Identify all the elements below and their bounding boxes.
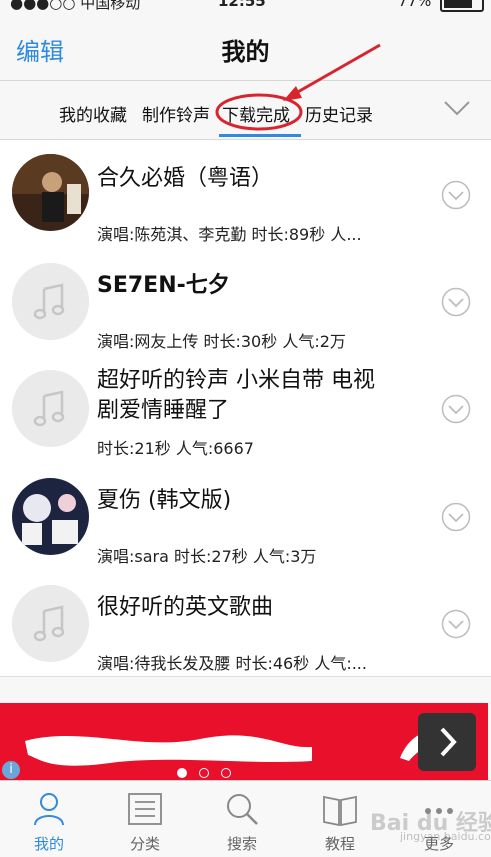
chevron-down-circle-icon[interactable] <box>441 609 471 639</box>
album-art <box>12 154 89 231</box>
nav-bar: 编辑 我的 <box>0 12 491 81</box>
song-title-line2: 剧爱情睡醒了 <box>97 398 230 423</box>
clock-label: 12:55 <box>218 0 266 10</box>
page-dot[interactable] <box>221 768 231 778</box>
book-icon <box>323 795 357 827</box>
list-item[interactable]: SE7EN-七夕 演唱:网友上传 时长:30秒 人气:2万 <box>0 247 491 355</box>
watermark-url: jingyan.baidu.com <box>400 830 491 843</box>
music-note-icon <box>12 585 89 662</box>
ad-next-button[interactable] <box>418 713 476 771</box>
music-note-icon <box>12 370 89 447</box>
carrier-label: ●●●○○ 中国移动 <box>10 0 141 12</box>
list-item[interactable]: 合久必婚（粤语） 演唱:陈苑淇、李克勤 时长:89秒 人... <box>0 140 491 248</box>
list-item[interactable]: 超好听的铃声 小米自带 电视 剧爱情睡醒了 时长:21秒 人气:6667 <box>0 354 491 463</box>
song-title-line1: 超好听的铃声 小米自带 电视 <box>97 368 375 393</box>
chevron-down-circle-icon[interactable] <box>441 502 471 532</box>
song-meta: 演唱:sara 时长:27秒 人气:3万 <box>97 547 317 566</box>
page-dot[interactable] <box>177 768 187 778</box>
tab-search[interactable]: 搜索 <box>193 781 291 857</box>
chevron-down-circle-icon[interactable] <box>441 287 471 317</box>
ad-redacted-scribble <box>25 735 312 766</box>
battery-icon <box>440 0 484 12</box>
status-bar: ●●●○○ 中国移动 12:55 77% <box>0 0 491 12</box>
ad-banner[interactable]: i <box>0 703 488 780</box>
song-meta: 演唱:待我长发及腰 时长:46秒 人气:... <box>97 654 367 673</box>
tab-make-ringtone[interactable]: 制作铃声 <box>142 101 210 126</box>
song-meta: 演唱:网友上传 时长:30秒 人气:2万 <box>97 332 346 351</box>
chevron-right-icon <box>440 727 457 757</box>
tab-history[interactable]: 历史记录 <box>305 101 373 126</box>
battery-percent: 77% <box>398 0 432 10</box>
chevron-down-icon[interactable] <box>444 100 470 116</box>
page-title: 我的 <box>221 38 270 66</box>
search-icon <box>227 794 258 825</box>
song-meta: 时长:21秒 人气:6667 <box>97 439 254 458</box>
tab-mine[interactable]: 我的 <box>0 781 98 857</box>
ad-info-icon[interactable]: i <box>2 761 20 779</box>
segment-tabs: 我的收藏 制作铃声 下载完成 历史记录 <box>0 81 491 140</box>
tab-label: 分类 <box>129 835 160 853</box>
tab-category[interactable]: 分类 <box>96 781 194 857</box>
list-icon <box>128 793 162 825</box>
song-title: 夏伤 (韩文版) <box>97 488 232 513</box>
list-item[interactable]: 夏伤 (韩文版) 演唱:sara 时长:27秒 人气:3万 <box>0 462 491 570</box>
chevron-down-circle-icon[interactable] <box>441 394 471 424</box>
song-meta: 演唱:陈苑淇、李克勤 时长:89秒 人... <box>97 225 362 244</box>
tab-label: 我的 <box>33 835 64 853</box>
person-icon <box>34 793 64 826</box>
song-title: 很好听的英文歌曲 <box>97 595 274 620</box>
music-note-icon <box>12 263 89 340</box>
song-title: 合久必婚（粤语） <box>97 166 274 191</box>
tab-selected-indicator <box>219 134 301 137</box>
list-item[interactable]: 很好听的英文歌曲 演唱:待我长发及腰 时长:46秒 人气:... <box>0 569 491 677</box>
tab-label: 搜索 <box>226 835 257 853</box>
tab-favorites[interactable]: 我的收藏 <box>59 101 127 126</box>
tab-downloaded[interactable]: 下载完成 <box>222 101 290 126</box>
album-art <box>12 478 89 555</box>
song-title: SE7EN-七夕 <box>97 273 230 298</box>
chevron-down-circle-icon[interactable] <box>441 180 471 210</box>
page-dot[interactable] <box>199 768 209 778</box>
